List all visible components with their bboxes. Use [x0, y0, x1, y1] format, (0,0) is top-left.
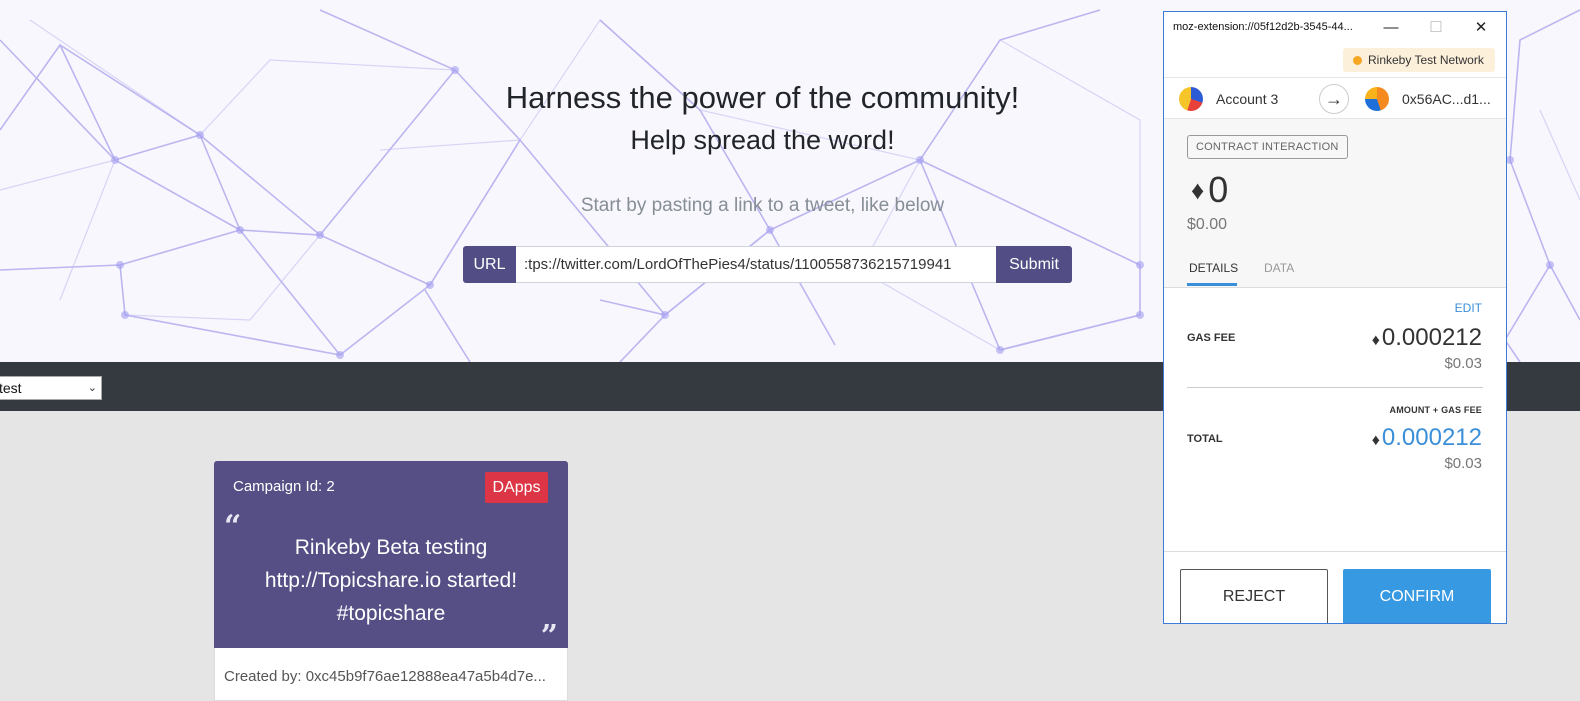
ethereum-icon: ♦	[1371, 332, 1380, 349]
topic-select-value: test	[0, 380, 22, 396]
topic-select[interactable]: test ⌄	[0, 376, 102, 400]
transaction-amount: ♦ 0	[1191, 169, 1228, 211]
close-icon[interactable]: ✕	[1470, 16, 1492, 38]
metamask-popup-window: moz-extension://05f12d2b-3545-44... — ☐ …	[1163, 11, 1507, 624]
gas-fee-fiat: $0.03	[1444, 355, 1482, 372]
total-fiat: $0.03	[1444, 455, 1482, 472]
campaign-card-header: Campaign Id: 2 DApps “ Rinkeby Beta test…	[214, 461, 568, 654]
divider	[1164, 287, 1506, 288]
contract-interaction-tag: CONTRACT INTERACTION	[1187, 135, 1348, 159]
tweet-line: http://Topicshare.io started!	[264, 569, 518, 592]
from-account-name: Account 3	[1216, 91, 1279, 107]
divider	[1164, 551, 1506, 552]
active-tab-indicator	[1187, 283, 1237, 286]
category-badge: DApps	[485, 472, 548, 503]
gas-fee-value: ♦0.000212	[1372, 324, 1482, 352]
to-address: 0x56AC...d1...	[1402, 91, 1491, 107]
minimize-icon[interactable]: —	[1380, 16, 1402, 38]
tab-details[interactable]: DETAILS	[1189, 261, 1238, 275]
confirm-button[interactable]: CONFIRM	[1343, 569, 1491, 623]
edit-gas-link[interactable]: EDIT	[1455, 301, 1482, 315]
tweet-text: Rinkeby Beta testing http://Topicshare.i…	[234, 531, 548, 630]
url-label: URL	[463, 246, 516, 283]
tweet-line: #topicshare	[336, 602, 446, 625]
arrow-right-icon: →	[1319, 84, 1349, 114]
ethereum-icon: ♦	[1191, 174, 1205, 205]
maximize-icon[interactable]: ☐	[1425, 16, 1447, 38]
transaction-accounts: Account 3 → 0x56AC...d1...	[1164, 77, 1506, 119]
total-label: TOTAL	[1187, 433, 1223, 445]
network-selector[interactable]: Rinkeby Test Network	[1343, 48, 1495, 72]
network-name: Rinkeby Test Network	[1368, 53, 1484, 67]
network-status-dot	[1353, 55, 1362, 65]
transaction-summary: CONTRACT INTERACTION ♦ 0 $0.00 DETAILS D…	[1164, 119, 1506, 287]
campaign-card-footer: Created by: 0xc45b9f76ae12888ea47a5b4d7e…	[214, 648, 568, 701]
tab-data[interactable]: DATA	[1264, 261, 1294, 275]
amount-value: 0	[1208, 169, 1229, 210]
total-amount: 0.000212	[1381, 424, 1482, 451]
tweet-url-input[interactable]	[516, 246, 996, 283]
submit-button[interactable]: Submit	[996, 246, 1072, 283]
amount-plus-gas-label: AMOUNT + GAS FEE	[1389, 405, 1482, 415]
chevron-down-icon: ⌄	[87, 382, 97, 394]
amount-fiat: $0.00	[1187, 216, 1228, 233]
reject-button[interactable]: REJECT	[1180, 569, 1328, 623]
campaign-card[interactable]: Campaign Id: 2 DApps “ Rinkeby Beta test…	[214, 461, 568, 701]
ethereum-icon: ♦	[1371, 432, 1380, 449]
from-account-avatar	[1179, 87, 1203, 111]
url-input-group: URL Submit	[463, 246, 1072, 283]
gas-fee-amount: 0.000212	[1381, 324, 1482, 351]
to-account-avatar	[1365, 87, 1389, 111]
network-bar: Rinkeby Test Network	[1164, 43, 1506, 77]
total-value: ♦0.000212	[1372, 424, 1482, 452]
tweet-line: Rinkeby Beta testing	[294, 536, 488, 559]
created-by: Created by: 0xc45b9f76ae12888ea47a5b4d7e…	[224, 668, 546, 685]
campaign-id: Campaign Id: 2	[233, 478, 335, 495]
divider	[1187, 387, 1483, 388]
window-titlebar[interactable]: moz-extension://05f12d2b-3545-44... — ☐ …	[1164, 12, 1506, 43]
window-title: moz-extension://05f12d2b-3545-44...	[1173, 21, 1353, 33]
gas-fee-label: GAS FEE	[1187, 332, 1236, 344]
